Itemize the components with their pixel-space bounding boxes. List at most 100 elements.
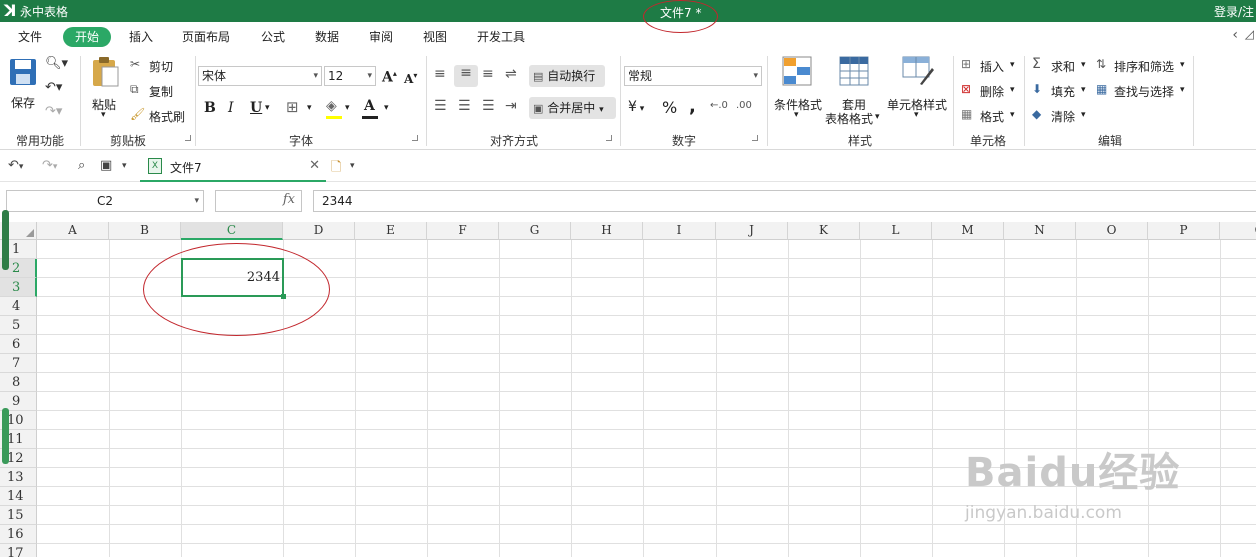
currency-button[interactable]: ¥ ▾ [628, 99, 644, 115]
align-middle-icon[interactable]: ≡ [454, 65, 478, 87]
menu-review[interactable]: 审阅 [369, 28, 393, 46]
chevron-down-icon[interactable]: ▾ [194, 191, 199, 211]
format-cells-button[interactable]: ▦ 格式 ▾ [961, 106, 1021, 126]
autosum-button[interactable]: Σ 求和 ▾ [1032, 56, 1090, 76]
print-preview-icon[interactable]: 🔍︎▾ [45, 56, 68, 71]
indent-icon[interactable]: ⇥ [505, 98, 517, 114]
orientation-icon[interactable]: ⇌ [505, 66, 517, 82]
find-select-button[interactable]: ▦ 查找与选择 ▾ [1096, 81, 1192, 101]
percent-button[interactable]: % [662, 98, 677, 117]
name-box[interactable]: C2 ▾ [6, 190, 204, 212]
menu-developer[interactable]: 开发工具 [477, 28, 525, 46]
redo-icon[interactable]: ↷▾ [45, 104, 62, 119]
column-header[interactable]: C [181, 222, 283, 240]
copy-button[interactable]: ⧉ 复制 [130, 81, 190, 101]
column-header[interactable]: M [932, 222, 1004, 240]
menu-view[interactable]: 视图 [423, 28, 447, 46]
font-size-select[interactable]: 12 ▾ [324, 66, 376, 86]
dialog-launcher-icon[interactable] [412, 135, 418, 141]
paste-button[interactable]: 粘贴 ▾ [88, 56, 122, 122]
fill-color-icon[interactable]: ◈ [326, 98, 337, 114]
cut-button[interactable]: ✂ 剪切 [130, 56, 190, 76]
chevron-down-icon[interactable]: ▾ [265, 103, 270, 113]
scroll-marker-top[interactable] [2, 210, 9, 270]
save-button[interactable]: 保存 [6, 58, 40, 114]
align-bottom-icon[interactable]: ≡ [482, 66, 494, 82]
column-header[interactable]: P [1148, 222, 1220, 240]
column-header[interactable]: B [109, 222, 181, 240]
clear-button[interactable]: ◆ 清除 ▾ [1032, 106, 1090, 126]
increase-decimal-icon[interactable]: ←.0 [710, 100, 728, 111]
login-link[interactable]: 登录/注 [1214, 3, 1254, 20]
font-shrink-button[interactable]: A▾ [404, 70, 417, 86]
column-header[interactable]: O [1076, 222, 1148, 240]
row-header[interactable]: 15 [0, 506, 37, 525]
column-header[interactable]: H [571, 222, 643, 240]
italic-button[interactable]: I [228, 100, 234, 116]
format-as-table-button[interactable]: 套用 表格格式 ▾ [825, 56, 885, 126]
delete-cells-button[interactable]: ⊠ 删除 ▾ [961, 81, 1021, 101]
decrease-decimal-icon[interactable]: .00 [736, 100, 752, 111]
merge-center-button[interactable]: ▣ 合并居中 ▾ [529, 97, 616, 119]
menu-page-layout[interactable]: 页面布局 [182, 28, 230, 46]
conditional-format-button[interactable]: 条件格式 ▾ [772, 56, 824, 122]
dialog-launcher-icon[interactable] [606, 135, 612, 141]
chevron-down-icon[interactable]: ▾ [350, 161, 355, 171]
qa-save-icon[interactable]: ▣ [100, 158, 112, 173]
fill-button[interactable]: ⬇ 填充 ▾ [1032, 81, 1090, 101]
column-header[interactable]: A [37, 222, 109, 240]
chevron-down-icon[interactable]: ▾ [345, 103, 350, 113]
row-header[interactable]: 17 [0, 544, 37, 557]
collapse-ribbon-icon[interactable]: ◿ [1245, 27, 1254, 41]
border-icon[interactable]: ⊞ [286, 98, 299, 116]
column-header[interactable]: I [643, 222, 716, 240]
qa-customize-icon[interactable]: ▾ [122, 161, 127, 171]
row-header[interactable]: 6 [0, 335, 37, 354]
row-header[interactable]: 3 [0, 278, 37, 297]
font-family-select[interactable]: 宋体 ▾ [198, 66, 322, 86]
menu-formulas[interactable]: 公式 [261, 28, 285, 46]
row-header[interactable]: 13 [0, 468, 37, 487]
cell-styles-button[interactable]: 单元格样式 ▾ [886, 56, 950, 122]
menu-home[interactable]: 开始 [63, 27, 112, 47]
format-painter-button[interactable]: 🖌︎ 格式刷 [130, 106, 190, 126]
column-header[interactable]: J [716, 222, 788, 240]
insert-cells-button[interactable]: ⊞ 插入 ▾ [961, 56, 1021, 76]
bold-button[interactable]: B [204, 100, 216, 116]
font-color-button[interactable]: A [364, 98, 375, 114]
scroll-marker-bottom[interactable] [2, 408, 9, 464]
qa-undo-icon[interactable]: ↶▾ [8, 158, 23, 173]
formula-input[interactable]: 2344 [313, 190, 1256, 212]
chevron-down-icon[interactable]: ▾ [384, 103, 389, 113]
row-header[interactable]: 7 [0, 354, 37, 373]
column-header[interactable]: K [788, 222, 860, 240]
chevron-down-icon[interactable]: ▾ [307, 103, 312, 113]
close-icon[interactable]: ✕ [309, 158, 320, 173]
number-format-select[interactable]: 常规 ▾ [624, 66, 762, 86]
document-tab[interactable]: X 文件7 ✕ [140, 154, 326, 182]
column-header[interactable]: F [427, 222, 499, 240]
row-header[interactable]: 14 [0, 487, 37, 506]
align-right-icon[interactable]: ☰ [482, 98, 495, 114]
qa-redo-icon[interactable]: ↷▾ [42, 158, 57, 173]
column-header[interactable]: Q [1220, 222, 1256, 240]
align-top-icon[interactable]: ≡ [434, 66, 446, 82]
column-header[interactable]: N [1004, 222, 1076, 240]
row-header[interactable]: 8 [0, 373, 37, 392]
qa-preview-icon[interactable]: ⌕ [78, 158, 85, 173]
column-header[interactable]: L [860, 222, 932, 240]
column-header[interactable]: G [499, 222, 571, 240]
column-header[interactable]: E [355, 222, 427, 240]
menu-insert[interactable]: 插入 [129, 28, 153, 46]
row-header[interactable]: 4 [0, 297, 37, 316]
function-box[interactable]: fx [215, 190, 302, 212]
dialog-launcher-icon[interactable] [752, 135, 758, 141]
sort-filter-button[interactable]: ⇅ 排序和筛选 ▾ [1096, 56, 1192, 76]
wrap-text-toggle[interactable]: ▤ 自动换行 [529, 65, 605, 87]
underline-button[interactable]: U [250, 100, 262, 116]
align-left-icon[interactable]: ☰ [434, 98, 447, 114]
menu-data[interactable]: 数据 [315, 28, 339, 46]
dialog-launcher-icon[interactable] [185, 135, 191, 141]
column-header[interactable]: D [283, 222, 355, 240]
align-center-icon[interactable]: ☰ [458, 98, 471, 114]
